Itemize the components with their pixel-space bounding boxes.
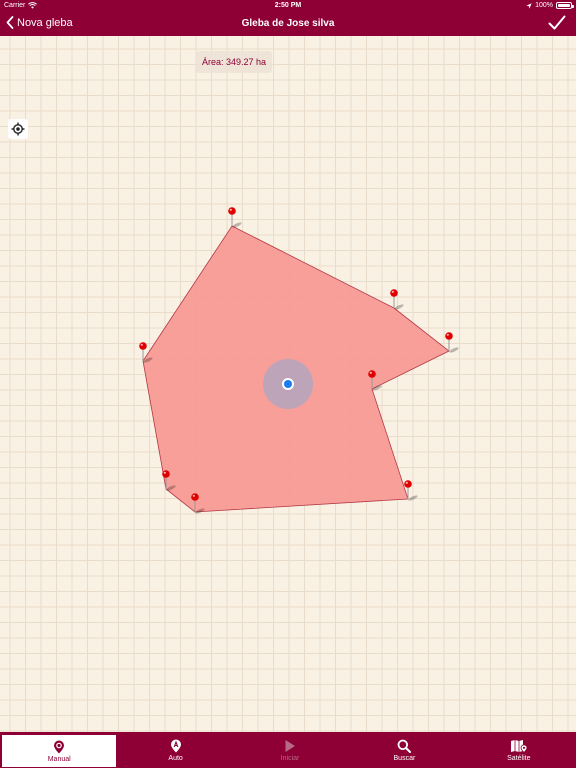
auto-pin-icon — [170, 739, 181, 752]
map-canvas[interactable] — [0, 36, 576, 732]
crosshair-icon — [11, 122, 25, 136]
play-icon — [285, 739, 296, 752]
tab-label: Auto — [168, 754, 183, 762]
tab-manual[interactable]: Manual — [2, 735, 117, 767]
location-arrow-icon — [526, 2, 532, 9]
pin-icon — [54, 740, 65, 753]
tab-label: Iniciar — [280, 754, 300, 762]
clock: 2:50 PM — [274, 2, 302, 9]
tab-satelite[interactable]: Satélite — [462, 732, 576, 768]
tab-bar: Manual Auto Iniciar Buscar Satélite — [0, 732, 576, 768]
battery-icon — [556, 2, 574, 9]
tab-label: Manual — [47, 755, 71, 763]
map-overlay — [139, 207, 459, 514]
search-icon — [398, 739, 412, 753]
status-right-group: 100% — [526, 2, 574, 9]
status-bar: Carrier 2:50 PM 100% — [0, 0, 576, 12]
tab-iniciar[interactable]: Iniciar — [233, 732, 347, 768]
tab-label: Satélite — [507, 754, 531, 762]
page-title: Gleba de Jose silva — [241, 18, 335, 29]
user-location-center — [284, 380, 292, 388]
vertex-pin[interactable] — [228, 207, 242, 228]
done-button[interactable] — [548, 15, 566, 36]
satellite-map-icon — [510, 739, 528, 753]
tab-label: Buscar — [393, 754, 416, 762]
navigation-bar: Nova gleba Gleba de Jose silva — [0, 12, 576, 36]
area-label: Área: 349.27 ha — [196, 51, 273, 73]
checkmark-icon — [548, 15, 566, 30]
locate-me-button[interactable] — [8, 119, 28, 139]
battery-percent: 100% — [535, 2, 553, 9]
tab-auto[interactable]: Auto — [118, 732, 232, 768]
tab-buscar[interactable]: Buscar — [347, 732, 461, 768]
